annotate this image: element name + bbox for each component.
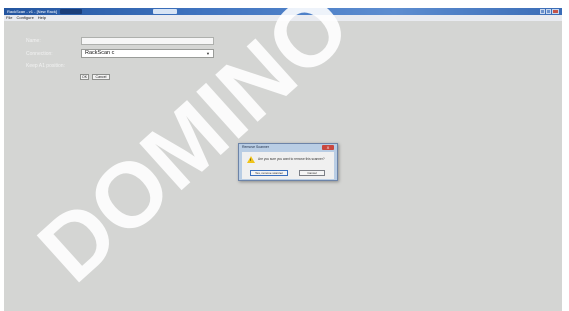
chevron-down-icon: ▼ bbox=[206, 51, 210, 56]
title-bar: RackScan - v1 - [New Rack] bbox=[4, 8, 562, 15]
menu-file[interactable]: File bbox=[4, 15, 14, 21]
dialog-close-button[interactable]: X bbox=[322, 145, 334, 150]
dialog-title: Remove Scanner bbox=[242, 145, 270, 149]
minimize-button[interactable] bbox=[540, 9, 545, 14]
window-title: RackScan - v1 - [New Rack] bbox=[7, 9, 58, 14]
dialog-cancel-button[interactable]: Cancel bbox=[299, 170, 325, 176]
titlebar-tab bbox=[153, 9, 177, 14]
warning-mark: ! bbox=[250, 157, 252, 162]
connection-select[interactable]: RackScan c ▼ bbox=[81, 49, 214, 58]
maximize-button[interactable] bbox=[546, 9, 551, 14]
window-controls bbox=[540, 9, 559, 14]
cancel-button[interactable]: Cancel bbox=[92, 74, 110, 80]
titlebar-tab bbox=[60, 9, 82, 14]
connection-selected-value: RackScan c bbox=[85, 50, 115, 56]
menu-bar: File Configure Help bbox=[4, 15, 562, 21]
connection-label: Connection: bbox=[26, 51, 53, 57]
name-label: Name: bbox=[26, 38, 41, 44]
close-window-button[interactable] bbox=[552, 9, 559, 14]
dialog-message: Are you sure you want to remove this sca… bbox=[258, 157, 325, 161]
keep-position-label: Keep A1 position: bbox=[26, 63, 65, 69]
remove-scanner-dialog: Remove Scanner X ! Are you sure you want… bbox=[238, 143, 338, 181]
name-input[interactable] bbox=[81, 37, 214, 45]
menu-help[interactable]: Help bbox=[36, 15, 48, 21]
dialog-body: ! Are you sure you want to remove this s… bbox=[242, 152, 334, 179]
menu-configure[interactable]: Configure bbox=[14, 15, 35, 21]
yes-remove-button[interactable]: Yes, remove scanner bbox=[250, 170, 288, 176]
ok-button[interactable]: OK bbox=[80, 74, 89, 80]
